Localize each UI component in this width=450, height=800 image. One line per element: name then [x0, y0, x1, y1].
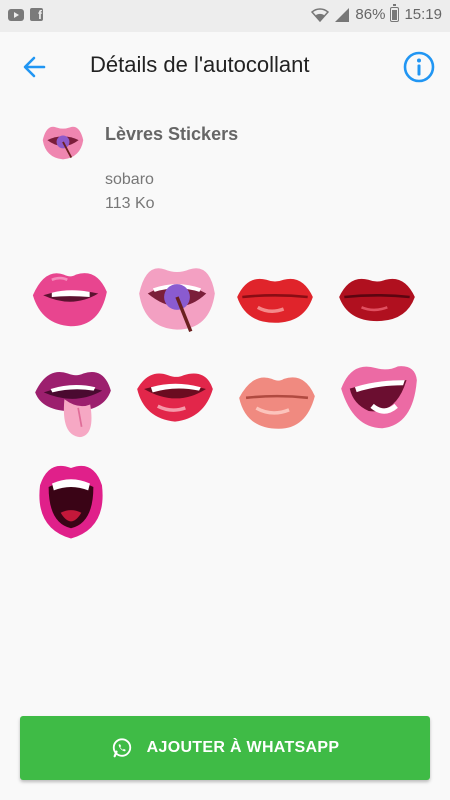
- status-system: 86% 15:19: [311, 4, 442, 23]
- sticker-kiss-lips[interactable]: [234, 360, 320, 446]
- sticker-purple-lips-tongue[interactable]: [30, 358, 116, 444]
- add-button-label: AJOUTER À WHATSAPP: [146, 739, 340, 756]
- pack-thumbnail: [42, 126, 84, 160]
- pack-author: sobaro: [105, 171, 154, 188]
- sticker-pink-lips-laugh[interactable]: [336, 356, 422, 442]
- sticker-open-mouth-lips[interactable]: [28, 456, 114, 542]
- battery-percent: 86%: [355, 6, 386, 23]
- battery-icon: [390, 4, 400, 22]
- sticker-pink-lips-teeth[interactable]: [26, 254, 112, 340]
- wifi-icon: [311, 7, 330, 22]
- signal-icon: [335, 7, 350, 22]
- whatsapp-icon: [112, 738, 131, 758]
- page-title: Détails de l'autocollant: [90, 52, 310, 77]
- sticker-lips-lollipop[interactable]: [134, 254, 220, 340]
- info-icon: [403, 51, 435, 83]
- back-button[interactable]: [18, 50, 52, 84]
- pack-name: Lèvres Stickers: [105, 124, 239, 144]
- facebook-icon: f: [30, 8, 43, 21]
- sticker-dark-red-lips[interactable]: [334, 254, 420, 340]
- app-bar: Détails de l'autocollant: [0, 32, 450, 100]
- youtube-icon: [8, 8, 24, 21]
- sticker-red-lips-smile[interactable]: [132, 358, 218, 444]
- clock: 15:19: [404, 6, 442, 23]
- info-button[interactable]: [402, 50, 436, 84]
- status-notifications: f: [8, 8, 43, 21]
- add-to-whatsapp-button[interactable]: AJOUTER À WHATSAPP: [20, 716, 430, 780]
- status-bar: f 86% 15:19: [0, 0, 450, 32]
- pack-size: 113 Ko: [105, 195, 155, 212]
- sticker-red-lips[interactable]: [232, 254, 318, 340]
- arrow-left-icon: [23, 56, 46, 78]
